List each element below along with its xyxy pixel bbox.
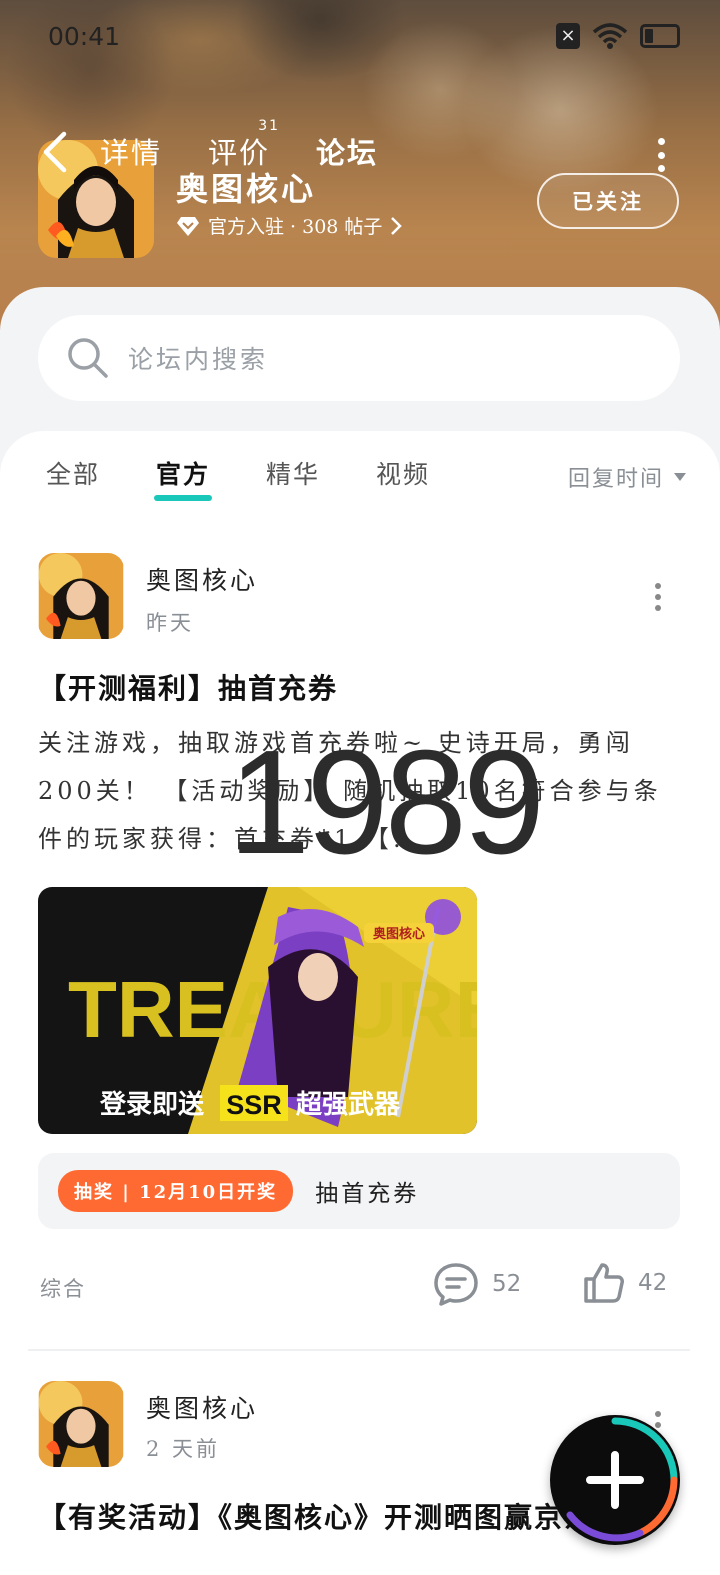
comment-count: 52 (492, 1271, 522, 1297)
post-time: 昨天 (146, 611, 194, 635)
forum-meta-link[interactable]: 官方入驻 · 308 帖子 (176, 212, 403, 239)
comment-icon (434, 1263, 478, 1306)
post-divider (28, 1349, 690, 1351)
battery-icon (640, 24, 680, 48)
post-time: 2 天前 (146, 1437, 221, 1461)
like-button[interactable]: 42 (582, 1261, 667, 1305)
sort-label: 回复时间 (567, 467, 664, 492)
app-name: 奥图核心 (176, 170, 317, 208)
post-image-logo: 奥图核心 (373, 926, 425, 941)
review-count: 31 (258, 118, 281, 134)
status-time: 00:41 (48, 22, 121, 51)
post-title[interactable]: 【开测福利】抽首充券 (38, 667, 338, 707)
post-image[interactable]: TREASURE 奥图核心 登录即送 SSR 超强武器 (38, 887, 477, 1134)
sort-dropdown[interactable]: 回复时间 (568, 461, 686, 493)
content-sheet: 论坛内搜索 全部 官方 精华 视频 回复时间 奥图核心 昨天 【开测福利】抽首充… (0, 287, 720, 1575)
create-post-button[interactable] (550, 1415, 680, 1545)
post-image-caption-suffix: 超强武器 (296, 1089, 401, 1119)
status-icons: × (556, 22, 680, 50)
lottery-badge: 抽奖 | 12月10日开奖 (58, 1170, 294, 1212)
no-sim-icon: × (556, 23, 580, 49)
post-image-caption-prefix: 登录即送 (99, 1089, 204, 1119)
filter-tabs: 全部 官方 精华 视频 (46, 455, 430, 501)
thumbs-up-icon (584, 1263, 624, 1303)
chevron-right-icon (391, 216, 403, 235)
author-avatar[interactable] (38, 1381, 124, 1467)
caret-down-icon (674, 473, 686, 481)
filter-featured[interactable]: 精华 (266, 455, 320, 491)
diamond-verified-icon (177, 216, 199, 236)
lottery-text: 抽首充券 (315, 1181, 420, 1207)
tab-details[interactable]: 详情 (100, 130, 162, 178)
back-icon[interactable] (38, 130, 72, 174)
post-category-tag[interactable]: 综合 (40, 1273, 86, 1303)
comment-button[interactable]: 52 (432, 1261, 521, 1307)
filter-official[interactable]: 官方 (154, 455, 213, 501)
forum-search-input[interactable]: 论坛内搜索 (38, 315, 680, 401)
filter-video[interactable]: 视频 (376, 455, 430, 491)
plus-icon (566, 1417, 678, 1542)
post-image-ssr: SSR (226, 1090, 282, 1120)
post-more-button[interactable] (653, 583, 663, 611)
more-options-button[interactable] (650, 138, 672, 172)
wifi-icon (592, 23, 628, 49)
search-icon (68, 338, 108, 378)
search-placeholder: 论坛内搜索 (128, 345, 269, 374)
author-name[interactable]: 奥图核心 (146, 561, 258, 597)
lottery-card[interactable]: 抽奖 | 12月10日开奖 抽首充券 (38, 1153, 680, 1229)
post-body[interactable]: 关注游戏，抽取游戏首充券啦~ 史诗开局，勇闯200关！ 【活动奖励】 随机抽取1… (38, 719, 668, 863)
like-count: 42 (638, 1270, 668, 1296)
forum-meta-text: 官方入驻 · 308 帖子 (208, 216, 383, 238)
post-feed: 全部 官方 精华 视频 回复时间 奥图核心 昨天 【开测福利】抽首充券 关注游戏… (0, 431, 720, 1575)
tab-forum[interactable]: 论坛 (312, 130, 383, 180)
author-name[interactable]: 奥图核心 (146, 1389, 258, 1425)
follow-button[interactable]: 已关注 (537, 173, 679, 229)
filter-all[interactable]: 全部 (46, 455, 100, 491)
author-avatar[interactable] (38, 553, 124, 639)
